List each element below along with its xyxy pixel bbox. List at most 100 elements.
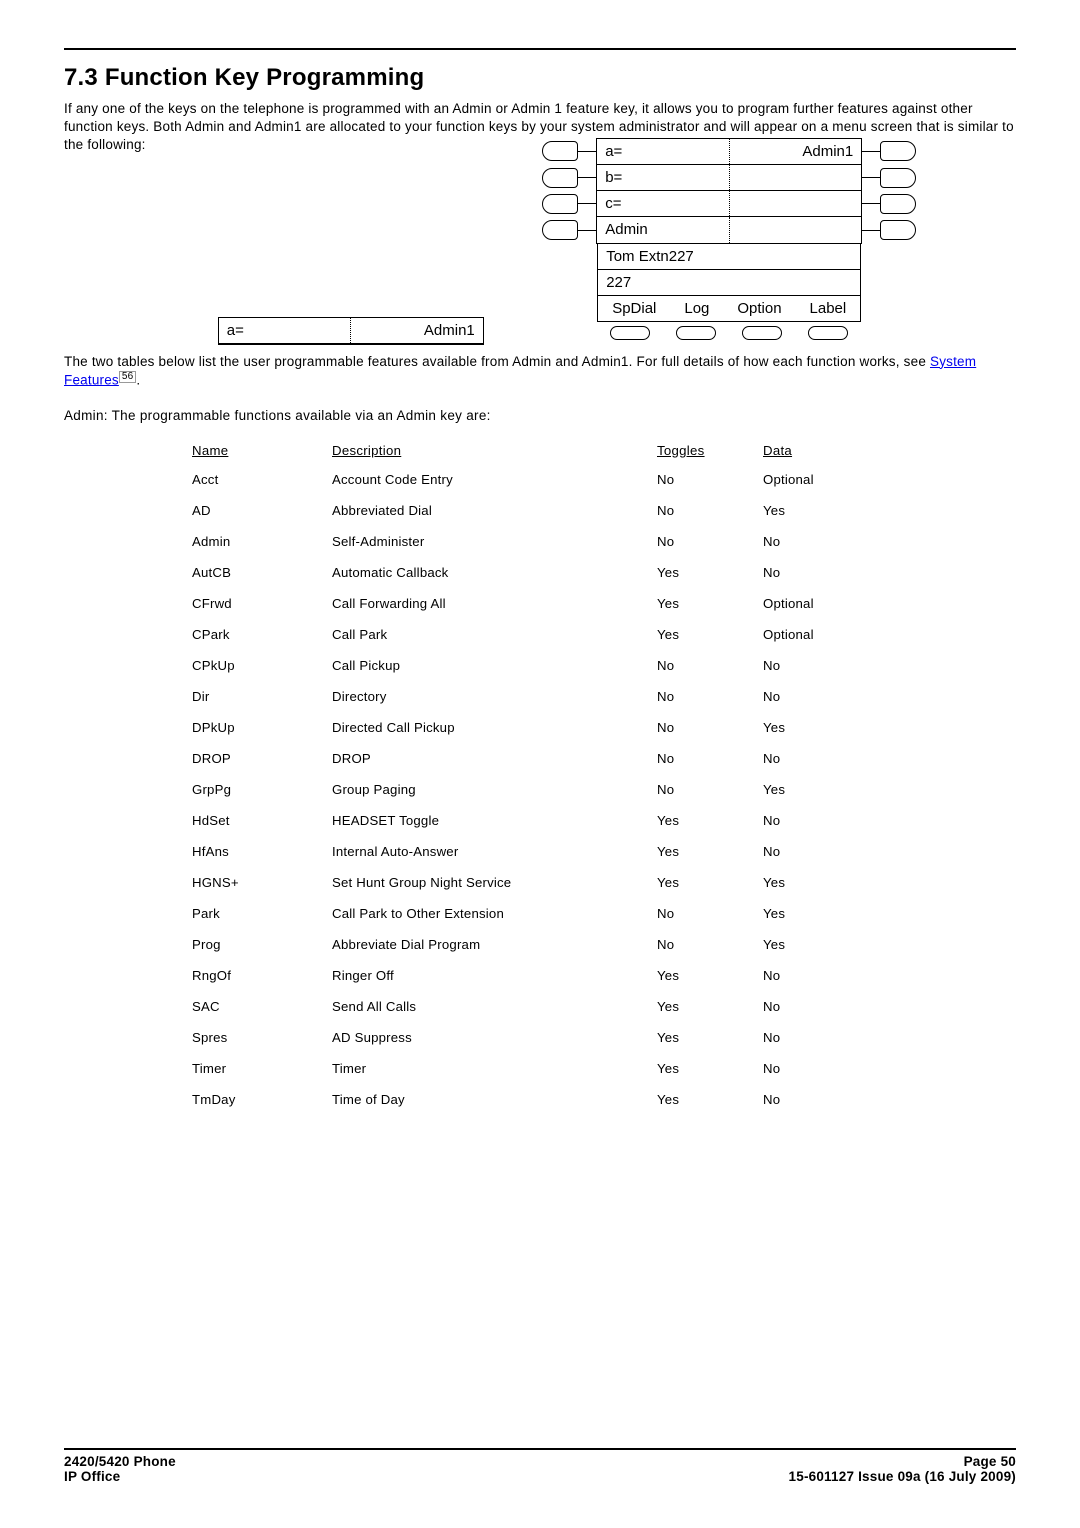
table-cell-toggles: Yes bbox=[657, 1053, 763, 1084]
bottom-rule bbox=[64, 1448, 1016, 1450]
table-row: AdminSelf-AdministerNoNo bbox=[192, 526, 863, 557]
table-cell-name: HdSet bbox=[192, 805, 332, 836]
th-name: Name bbox=[192, 437, 332, 464]
table-cell-desc: Group Paging bbox=[332, 774, 657, 805]
table-cell-toggles: Yes bbox=[657, 991, 763, 1022]
table-cell-name: Prog bbox=[192, 929, 332, 960]
table-cell-data: No bbox=[763, 557, 863, 588]
page-heading: 7.3 Function Key Programming bbox=[64, 64, 1016, 92]
softkey-button bbox=[610, 326, 650, 340]
table-row: GrpPgGroup PagingNoYes bbox=[192, 774, 863, 805]
lcd-user-row: Tom Extn227 bbox=[597, 244, 861, 270]
table-cell-desc: DROP bbox=[332, 743, 657, 774]
table-cell-desc: Timer bbox=[332, 1053, 657, 1084]
table-cell-toggles: No bbox=[657, 650, 763, 681]
table-row: CPkUpCall PickupNoNo bbox=[192, 650, 863, 681]
table-cell-name: GrpPg bbox=[192, 774, 332, 805]
softkey-label: Option bbox=[737, 300, 781, 317]
table-cell-desc: AD Suppress bbox=[332, 1022, 657, 1053]
table-cell-desc: Ringer Off bbox=[332, 960, 657, 991]
lcd-a-left: a= bbox=[219, 318, 352, 343]
table-cell-desc: Call Forwarding All bbox=[332, 588, 657, 619]
softkey-button bbox=[808, 326, 848, 340]
feature-key-right-b bbox=[880, 168, 916, 188]
table-cell-toggles: No bbox=[657, 774, 763, 805]
table-cell-data: Yes bbox=[763, 929, 863, 960]
table-row: CParkCall ParkYesOptional bbox=[192, 619, 863, 650]
table-cell-name: CPkUp bbox=[192, 650, 332, 681]
table-cell-toggles: No bbox=[657, 743, 763, 774]
th-desc: Description bbox=[332, 437, 657, 464]
lcd-softkeys-row: SpDial Log Option Label bbox=[597, 296, 861, 322]
table-cell-desc: Automatic Callback bbox=[332, 557, 657, 588]
table-cell-name: DROP bbox=[192, 743, 332, 774]
softkey-label: Log bbox=[684, 300, 709, 317]
table-cell-name: Park bbox=[192, 898, 332, 929]
table-cell-toggles: Yes bbox=[657, 960, 763, 991]
table-cell-desc: Call Park to Other Extension bbox=[332, 898, 657, 929]
table-cell-data: No bbox=[763, 681, 863, 712]
table-cell-data: Optional bbox=[763, 588, 863, 619]
table-cell-toggles: No bbox=[657, 526, 763, 557]
table-cell-data: No bbox=[763, 805, 863, 836]
table-cell-name: Admin bbox=[192, 526, 332, 557]
table-row: HdSetHEADSET ToggleYesNo bbox=[192, 805, 863, 836]
table-cell-name: CPark bbox=[192, 619, 332, 650]
table-cell-toggles: Yes bbox=[657, 867, 763, 898]
table-row: ProgAbbreviate Dial ProgramNoYes bbox=[192, 929, 863, 960]
feature-key-left-c bbox=[542, 194, 578, 214]
table-row: AutCBAutomatic CallbackYesNo bbox=[192, 557, 863, 588]
table-cell-data: No bbox=[763, 1084, 863, 1115]
table-cell-data: Yes bbox=[763, 495, 863, 526]
table-cell-toggles: Yes bbox=[657, 805, 763, 836]
table-cell-desc: Set Hunt Group Night Service bbox=[332, 867, 657, 898]
footer-product: IP Office bbox=[64, 1469, 120, 1484]
feature-key-right-a bbox=[880, 141, 916, 161]
feature-key-left-a bbox=[542, 141, 578, 161]
admin-functions-table: Name Description Toggles Data AcctAccoun… bbox=[192, 437, 863, 1115]
table-cell-toggles: No bbox=[657, 929, 763, 960]
table-cell-desc: Abbreviate Dial Program bbox=[332, 929, 657, 960]
lcd-ext-row: 227 bbox=[597, 270, 861, 296]
table-row: TmDayTime of DayYesNo bbox=[192, 1084, 863, 1115]
table-cell-data: No bbox=[763, 1022, 863, 1053]
table-cell-desc: HEADSET Toggle bbox=[332, 805, 657, 836]
table-cell-desc: Account Code Entry bbox=[332, 464, 657, 495]
intro-paragraph-2: The two tables below list the user progr… bbox=[64, 353, 1016, 390]
table-cell-toggles: Yes bbox=[657, 619, 763, 650]
softkey-button bbox=[742, 326, 782, 340]
table-cell-desc: Send All Calls bbox=[332, 991, 657, 1022]
table-cell-toggles: No bbox=[657, 464, 763, 495]
table-cell-desc: Call Park bbox=[332, 619, 657, 650]
table-row: DirDirectoryNoNo bbox=[192, 681, 863, 712]
table-cell-name: TmDay bbox=[192, 1084, 332, 1115]
table-cell-desc: Internal Auto-Answer bbox=[332, 836, 657, 867]
connector bbox=[578, 151, 596, 152]
table-cell-name: AutCB bbox=[192, 557, 332, 588]
table-cell-name: HfAns bbox=[192, 836, 332, 867]
table-cell-name: Acct bbox=[192, 464, 332, 495]
feature-key-left-admin bbox=[542, 220, 578, 240]
th-data: Data bbox=[763, 437, 863, 464]
table-cell-data: Yes bbox=[763, 712, 863, 743]
table-row: TimerTimerYesNo bbox=[192, 1053, 863, 1084]
feature-key-right-c bbox=[880, 194, 916, 214]
table-cell-name: Timer bbox=[192, 1053, 332, 1084]
table-cell-name: SAC bbox=[192, 991, 332, 1022]
table-row: SACSend All CallsYesNo bbox=[192, 991, 863, 1022]
page-footer: 2420/5420 Phone Page 50 IP Office 15-601… bbox=[64, 1448, 1016, 1484]
table-cell-data: No bbox=[763, 991, 863, 1022]
table-row: SpresAD SuppressYesNo bbox=[192, 1022, 863, 1053]
softkey-label: SpDial bbox=[612, 300, 656, 317]
th-toggles: Toggles bbox=[657, 437, 763, 464]
table-cell-toggles: No bbox=[657, 898, 763, 929]
table-cell-data: Optional bbox=[763, 464, 863, 495]
table-cell-name: AD bbox=[192, 495, 332, 526]
phone-lcd-diagram: a=Admin1 a=Admin1 b= bbox=[64, 165, 1016, 345]
table-cell-desc: Self-Administer bbox=[332, 526, 657, 557]
table-cell-data: No bbox=[763, 1053, 863, 1084]
footer-issue: 15-601127 Issue 09a (16 July 2009) bbox=[789, 1469, 1016, 1484]
table-cell-name: DPkUp bbox=[192, 712, 332, 743]
table-cell-data: No bbox=[763, 526, 863, 557]
table-cell-toggles: Yes bbox=[657, 836, 763, 867]
